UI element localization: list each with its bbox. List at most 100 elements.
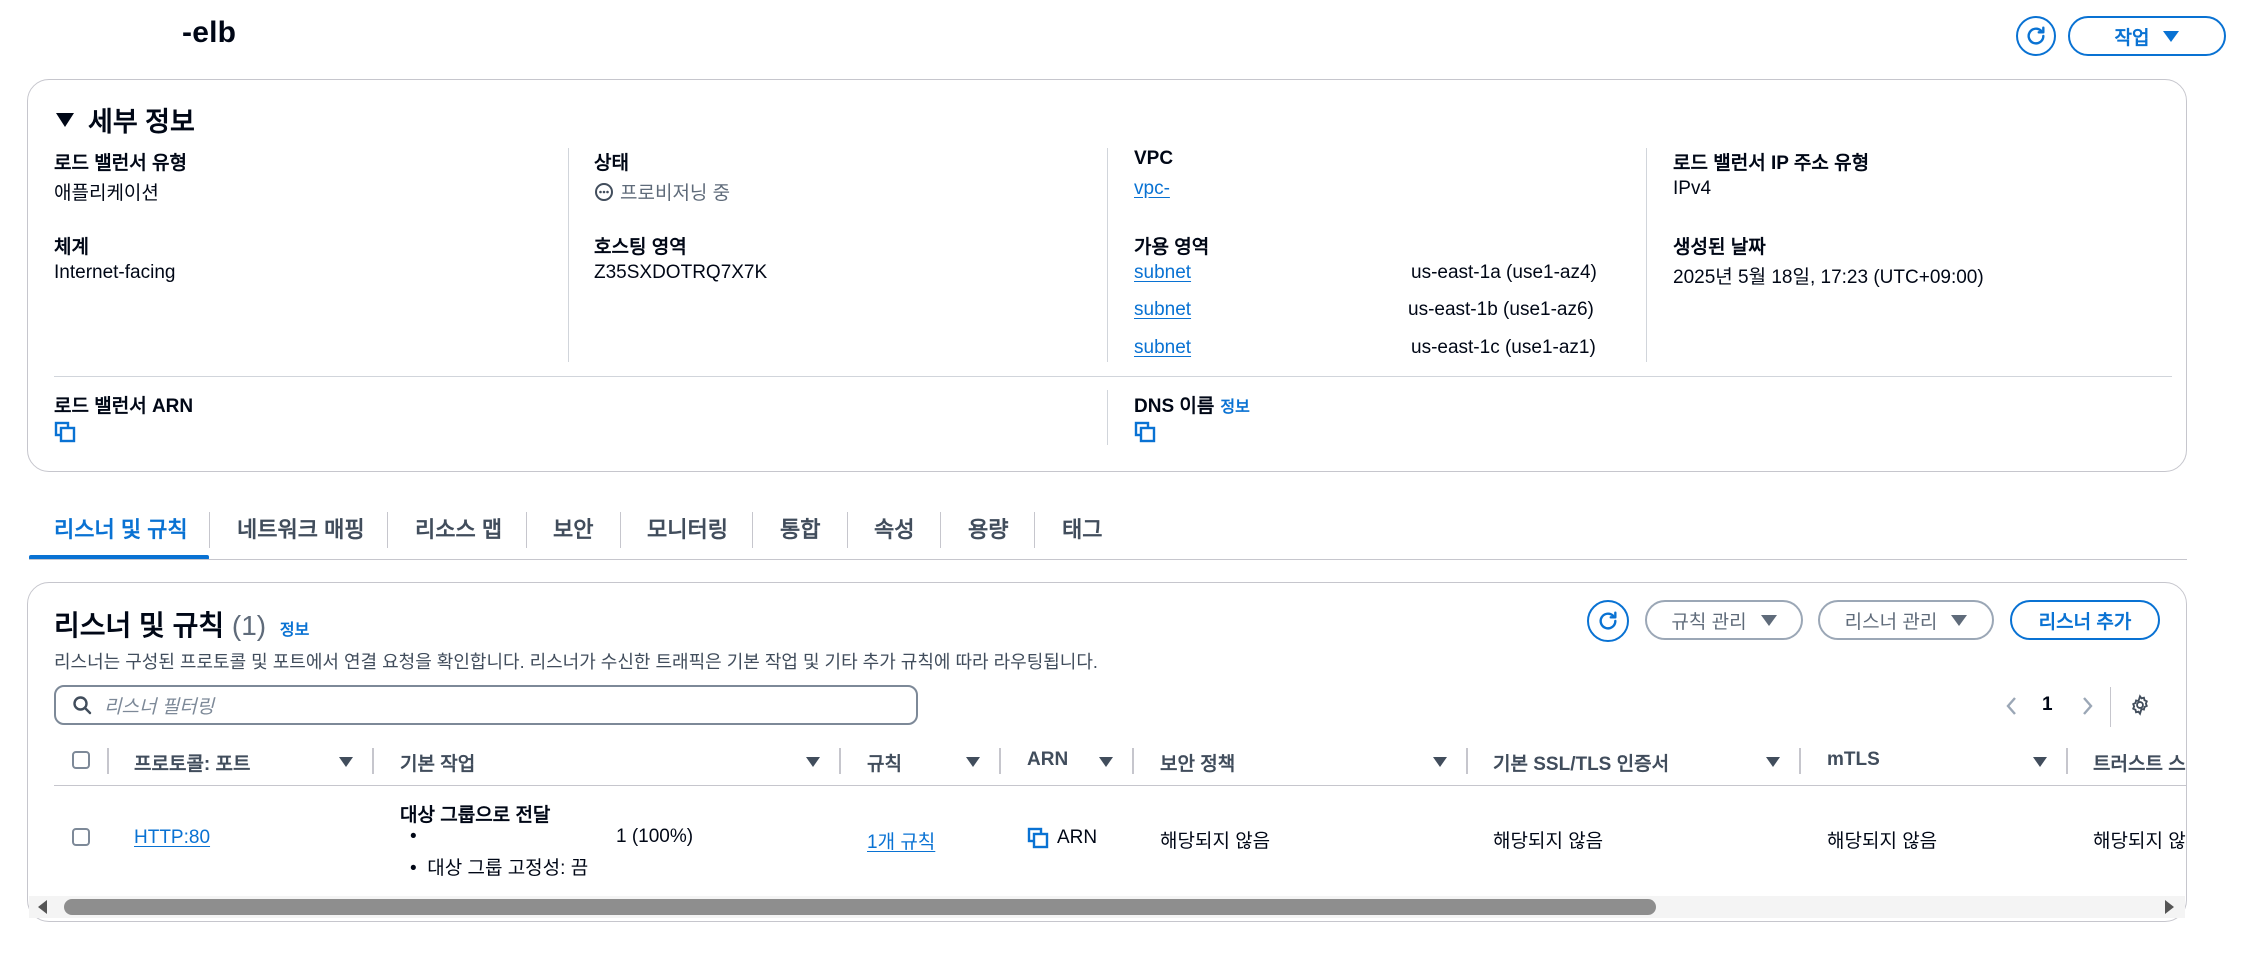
manage-rules-label: 규칙 관리 (1671, 611, 1747, 633)
tab-separator (620, 512, 621, 548)
created-key: 생성된 날짜 (1673, 237, 1766, 258)
col-rules[interactable]: 규칙 (867, 749, 902, 776)
subnet-link[interactable]: subnet (1134, 299, 1191, 321)
dns-info-link[interactable]: 정보 (1220, 399, 1249, 416)
tab-listeners-and-rules[interactable]: 리스너 및 규칙 (54, 512, 188, 544)
sort-caret-icon[interactable] (1766, 757, 1780, 767)
sort-caret-icon[interactable] (966, 757, 980, 767)
scrollbar-thumb[interactable] (64, 899, 1656, 915)
row-checkbox[interactable] (72, 828, 90, 846)
column-separator (839, 748, 841, 774)
copy-icon[interactable] (1134, 421, 1156, 443)
tab-integrations[interactable]: 통합 (780, 512, 820, 544)
pagination-divider (2110, 687, 2111, 727)
details-section-header[interactable]: 세부 정보 (56, 100, 195, 139)
col-protocol-port[interactable]: 프로토콜: 포트 (134, 749, 251, 776)
rules-link[interactable]: 1개 규칙 (867, 827, 935, 854)
column-separator (1132, 748, 1134, 774)
arn-label: ARN (1057, 827, 1098, 848)
az-zone: us-east-1c (use1-az1) (1411, 337, 1596, 358)
arn-copy[interactable]: ARN (1027, 827, 1097, 849)
dns-key-wrap: DNS 이름 정보 (1134, 391, 1250, 418)
prev-page-icon[interactable] (2004, 695, 2020, 717)
protocol-port-link[interactable]: HTTP:80 (134, 827, 210, 849)
page-title: -elb (182, 16, 237, 49)
action-title: 대상 그룹으로 전달 (400, 805, 551, 826)
table-header-divider (54, 785, 2186, 786)
next-page-icon[interactable] (2079, 695, 2095, 717)
sort-caret-icon[interactable] (339, 757, 353, 767)
action-bullet: • 대상 그룹 고정성: 끔 (410, 858, 589, 879)
listeners-info-link[interactable]: 정보 (280, 622, 309, 639)
tab-separator (752, 512, 753, 548)
tab-capacity[interactable]: 용량 (968, 512, 1008, 544)
tab-network-mapping[interactable]: 네트워크 매핑 (237, 512, 365, 544)
hosted-zone-key: 호스팅 영역 (594, 237, 687, 258)
tab-monitoring[interactable]: 모니터링 (647, 512, 728, 544)
refresh-icon (1599, 611, 1617, 630)
mtls-value: 해당되지 않음 (1827, 831, 1938, 852)
sort-caret-icon[interactable] (1433, 757, 1447, 767)
caret-down-icon (1951, 614, 1968, 626)
column-separator (1466, 748, 1468, 774)
az-zone: us-east-1b (use1-az6) (1408, 299, 1594, 320)
col-mtls[interactable]: mTLS (1827, 749, 1880, 771)
sort-caret-icon[interactable] (1099, 757, 1113, 767)
lb-type-value: 애플리케이션 (54, 183, 159, 204)
refresh-icon (2027, 26, 2045, 45)
subnet-link[interactable]: subnet (1134, 337, 1191, 359)
col-trust-store[interactable]: 트러스트 스 (2093, 749, 2186, 776)
column-separator (999, 748, 1001, 774)
redacted-title-area (20, 14, 185, 58)
caret-down-icon (56, 112, 74, 127)
refresh-button[interactable] (2016, 16, 2056, 56)
security-policy-value: 해당되지 않음 (1160, 831, 1271, 852)
ip-type-value: IPv4 (1673, 178, 1712, 199)
col-default-action[interactable]: 기본 작업 (400, 749, 475, 776)
tabs-baseline (29, 559, 2187, 560)
actions-button[interactable]: 작업 (2068, 16, 2226, 56)
listeners-title-wrap: 리스너 및 규칙 (1) 정보 (54, 604, 309, 644)
tab-security[interactable]: 보안 (553, 512, 593, 544)
scroll-left-icon[interactable] (36, 899, 48, 915)
listeners-refresh-button[interactable] (1587, 600, 1629, 642)
add-listener-button[interactable]: 리스너 추가 (2010, 600, 2160, 640)
scheme-key: 체계 (54, 237, 89, 258)
tab-tags[interactable]: 태그 (1062, 512, 1102, 544)
copy-icon[interactable] (54, 421, 76, 443)
created-value: 2025년 5월 18일, 17:23 (UTC+09:00) (1673, 267, 1984, 288)
settings-gear-icon[interactable] (2129, 694, 2151, 716)
manage-listeners-button[interactable]: 리스너 관리 (1818, 600, 1994, 640)
search-icon (73, 696, 92, 715)
action-bullet: • (410, 826, 417, 847)
col-ssl-cert[interactable]: 기본 SSL/TLS 인증서 (1493, 749, 1669, 776)
trust-store-value: 해당되지 않 (2093, 831, 2186, 852)
tab-separator (940, 512, 941, 548)
current-page[interactable]: 1 (2042, 694, 2053, 716)
tab-attributes[interactable]: 속성 (874, 512, 914, 544)
tab-separator (387, 512, 388, 548)
listener-filter-input[interactable]: 리스너 필터링 (54, 685, 918, 725)
tab-separator (209, 512, 210, 548)
vpc-link[interactable]: vpc- (1134, 178, 1170, 200)
select-all-checkbox[interactable] (72, 751, 90, 769)
action-weight: 1 (100%) (616, 826, 694, 847)
listeners-count: (1) (231, 610, 267, 641)
column-divider (1646, 148, 1647, 362)
tab-separator (1034, 512, 1035, 548)
col-arn[interactable]: ARN (1027, 749, 1068, 771)
ssl-cert-value: 해당되지 않음 (1493, 831, 1604, 852)
sort-caret-icon[interactable] (806, 757, 820, 767)
stickiness-text: 대상 그룹 고정성: 끔 (427, 858, 589, 879)
sort-caret-icon[interactable] (2033, 757, 2047, 767)
tab-resource-map[interactable]: 리소스 맵 (415, 512, 502, 544)
vpc-key: VPC (1134, 148, 1174, 169)
dns-key: DNS 이름 (1134, 396, 1215, 417)
listeners-description: 리스너는 구성된 프로토콜 및 포트에서 연결 요청을 확인합니다. 리스너가 … (54, 652, 1098, 672)
filter-placeholder: 리스너 필터링 (104, 696, 215, 718)
status-value: 프로비저닝 중 (620, 183, 731, 204)
col-security-policy[interactable]: 보안 정책 (1160, 749, 1235, 776)
manage-rules-button[interactable]: 규칙 관리 (1645, 600, 1803, 640)
scroll-right-icon[interactable] (2164, 899, 2176, 915)
subnet-link[interactable]: subnet (1134, 262, 1191, 284)
